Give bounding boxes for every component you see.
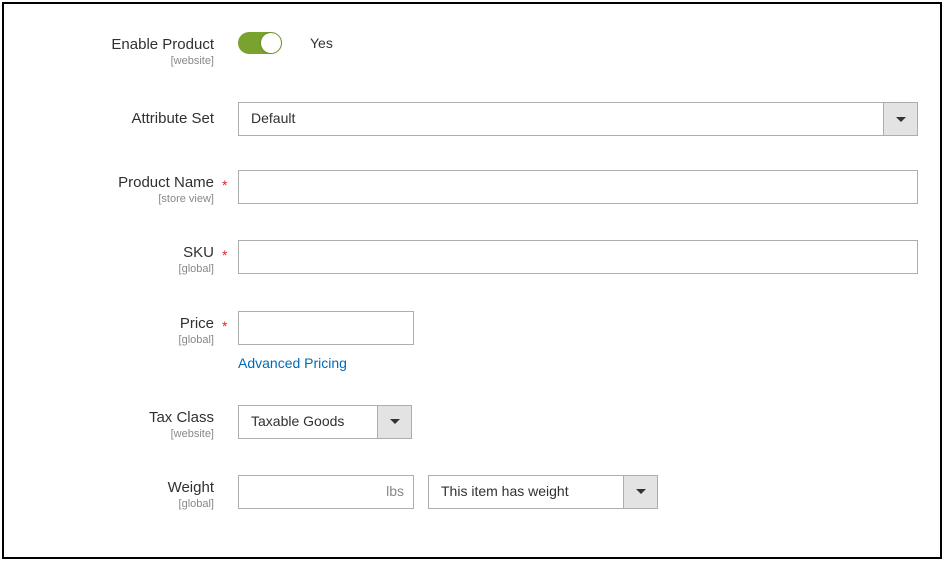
weight-has-weight-value: This item has weight bbox=[429, 476, 623, 508]
required-marker-col: * bbox=[222, 240, 238, 263]
attribute-set-select[interactable]: Default bbox=[238, 102, 918, 136]
enable-product-value-label: Yes bbox=[310, 35, 333, 51]
row-price: Price [global] * $ Advanced Pricing bbox=[32, 311, 912, 371]
label-text: Attribute Set bbox=[131, 110, 214, 127]
label-scope: [global] bbox=[32, 263, 214, 276]
attribute-set-value: Default bbox=[239, 103, 883, 135]
dropdown-button[interactable] bbox=[377, 406, 411, 438]
field-attribute-set: Default bbox=[238, 102, 918, 136]
tax-class-select[interactable]: Taxable Goods bbox=[238, 405, 412, 439]
field-product-name bbox=[238, 170, 918, 204]
row-enable-product: Enable Product [website] Yes bbox=[32, 32, 912, 68]
enable-product-toggle[interactable] bbox=[238, 32, 282, 54]
field-enable-product: Yes bbox=[238, 32, 912, 54]
required-marker-col: * bbox=[222, 311, 238, 334]
label-scope: [website] bbox=[32, 55, 214, 68]
required-marker-col bbox=[222, 475, 238, 482]
chevron-down-icon bbox=[896, 117, 906, 122]
label-attribute-set: Attribute Set bbox=[32, 102, 222, 128]
required-icon: * bbox=[222, 247, 227, 263]
label-price: Price [global] bbox=[32, 311, 222, 347]
required-marker-col bbox=[222, 102, 238, 109]
label-scope: [website] bbox=[32, 428, 214, 441]
dropdown-button[interactable] bbox=[623, 476, 657, 508]
label-text: Enable Product bbox=[111, 36, 214, 53]
chevron-down-icon bbox=[390, 419, 400, 424]
required-icon: * bbox=[222, 177, 227, 193]
label-scope: [store view] bbox=[32, 193, 214, 206]
field-sku bbox=[238, 240, 918, 274]
label-text: Weight bbox=[168, 479, 214, 496]
field-weight: lbs This item has weight bbox=[238, 475, 912, 509]
label-text: Product Name bbox=[118, 174, 214, 191]
product-name-input[interactable] bbox=[238, 170, 918, 204]
tax-class-value: Taxable Goods bbox=[239, 406, 377, 438]
row-attribute-set: Attribute Set Default bbox=[32, 102, 912, 136]
label-enable-product: Enable Product [website] bbox=[32, 32, 222, 68]
row-weight: Weight [global] lbs This item has weight bbox=[32, 475, 912, 511]
label-text: Tax Class bbox=[149, 409, 214, 426]
price-input[interactable] bbox=[238, 311, 414, 345]
required-marker-col bbox=[222, 405, 238, 412]
required-marker-col bbox=[222, 32, 238, 39]
label-tax-class: Tax Class [website] bbox=[32, 405, 222, 441]
label-scope: [global] bbox=[32, 498, 214, 511]
required-marker-col: * bbox=[222, 170, 238, 193]
label-product-name: Product Name [store view] bbox=[32, 170, 222, 206]
advanced-pricing-link[interactable]: Advanced Pricing bbox=[238, 355, 347, 371]
weight-input[interactable] bbox=[238, 475, 414, 509]
label-text: Price bbox=[180, 315, 214, 332]
weight-has-weight-select[interactable]: This item has weight bbox=[428, 475, 658, 509]
row-sku: SKU [global] * bbox=[32, 240, 912, 276]
toggle-knob bbox=[261, 33, 281, 53]
sku-input[interactable] bbox=[238, 240, 918, 274]
label-weight: Weight [global] bbox=[32, 475, 222, 511]
field-price: $ Advanced Pricing bbox=[238, 311, 912, 371]
chevron-down-icon bbox=[636, 489, 646, 494]
row-tax-class: Tax Class [website] Taxable Goods bbox=[32, 405, 912, 441]
required-icon: * bbox=[222, 318, 227, 334]
label-sku: SKU [global] bbox=[32, 240, 222, 276]
label-scope: [global] bbox=[32, 334, 214, 347]
product-form: Enable Product [website] Yes Attribute S… bbox=[2, 2, 942, 559]
row-product-name: Product Name [store view] * bbox=[32, 170, 912, 206]
label-text: SKU bbox=[183, 244, 214, 261]
dropdown-button[interactable] bbox=[883, 103, 917, 135]
field-tax-class: Taxable Goods bbox=[238, 405, 912, 439]
